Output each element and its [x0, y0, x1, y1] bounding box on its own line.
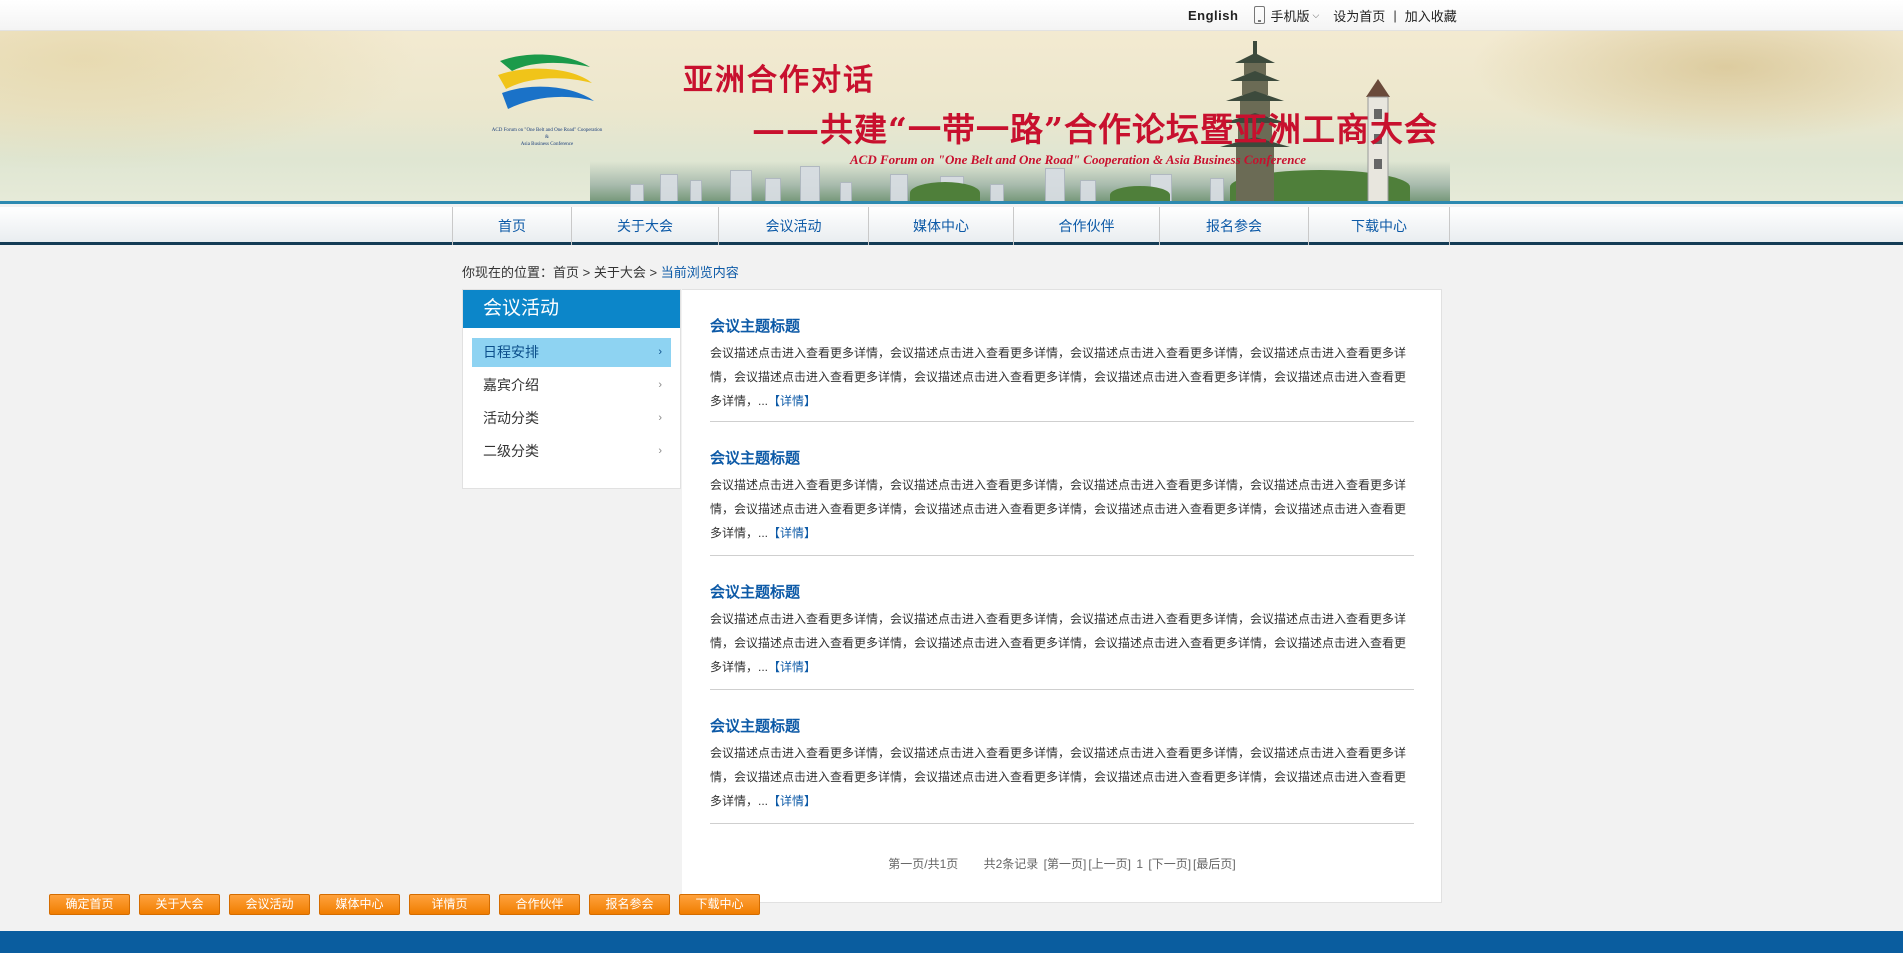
breadcrumb-home[interactable]: 首页: [553, 265, 579, 280]
logo-caption: ACD Forum on "One Belt and One Road" Coo…: [491, 128, 603, 147]
banner-title-line2: ——共建“一带一路”合作论坛暨亚洲工商大会: [752, 110, 1438, 149]
total-records: 共2条记录: [983, 857, 1039, 871]
sidebar-item-label: 活动分类: [483, 410, 539, 426]
mobile-version-label: 手机版: [1270, 8, 1310, 24]
header-banner: ACD Forum on "One Belt and One Road" Coo…: [0, 31, 1903, 204]
chevron-down-icon: ⌵: [1312, 9, 1320, 20]
nav-item-media[interactable]: 媒体中心: [869, 207, 1014, 245]
sidebar-menu: 日程安排 › 嘉宾介绍 › 活动分类 › 二级分类 ›: [463, 328, 680, 480]
chevron-right-icon: ›: [658, 346, 662, 358]
list-item: 会议主题标题 会议描述点击进入查看更多详情，会议描述点击进入查看更多详情，会议描…: [710, 448, 1414, 556]
set-homepage-link[interactable]: 设为首页: [1333, 6, 1385, 25]
article-title[interactable]: 会议主题标题: [710, 582, 1414, 604]
banner-title-line1: 亚洲合作对话: [683, 63, 875, 98]
sidebar-item-label: 日程安排: [483, 344, 539, 360]
nav-item-about[interactable]: 关于大会: [572, 207, 719, 245]
sidebar-item-label: 嘉宾介绍: [483, 377, 539, 393]
article-description: 会议描述点击进入查看更多详情，会议描述点击进入查看更多详情，会议描述点击进入查看…: [710, 346, 1407, 408]
main-navigation: 首页 关于大会 会议活动 媒体中心 合作伙伴 报名参会 下载中心: [0, 207, 1903, 245]
article-description: 会议描述点击进入查看更多详情，会议描述点击进入查看更多详情，会议描述点击进入查看…: [710, 746, 1407, 808]
quick-link-buttons: 确定首页 关于大会 会议活动 媒体中心 详情页 合作伙伴 报名参会 下载中心: [49, 894, 769, 915]
nav-item-activities[interactable]: 会议活动: [719, 207, 869, 245]
footer-bar: [0, 931, 1903, 953]
top-links: English 手机版 ⌵ 设为首页 | 加入收藏: [1188, 6, 1457, 24]
sidebar-item-categories[interactable]: 活动分类 ›: [472, 404, 671, 433]
list-item: 会议主题标题 会议描述点击进入查看更多详情，会议描述点击进入查看更多详情，会议描…: [710, 716, 1414, 824]
add-favorites-link[interactable]: 加入收藏: [1405, 6, 1457, 25]
breadcrumb-prefix: 你现在的位置：: [462, 265, 554, 280]
activities-button[interactable]: 会议活动: [229, 894, 310, 915]
english-link[interactable]: English: [1188, 8, 1238, 23]
mobile-phone-icon: [1254, 6, 1266, 24]
acd-logo-icon: [498, 54, 594, 109]
chevron-right-icon: ›: [658, 445, 662, 457]
last-page-link[interactable]: [最后页]: [1193, 857, 1236, 871]
top-utility-bar: English 手机版 ⌵ 设为首页 | 加入收藏: [0, 0, 1903, 31]
breadcrumb-parent[interactable]: 关于大会: [594, 265, 646, 280]
nav-item-register[interactable]: 报名参会: [1160, 207, 1309, 245]
article-title[interactable]: 会议主题标题: [710, 448, 1414, 470]
nav-item-home[interactable]: 首页: [453, 207, 572, 245]
sidebar-item-guests[interactable]: 嘉宾介绍 ›: [472, 371, 671, 400]
nav-item-partners[interactable]: 合作伙伴: [1014, 207, 1160, 245]
breadcrumb-current: 当前浏览内容: [660, 265, 739, 280]
prev-page-link[interactable]: [上一页]: [1088, 857, 1131, 871]
list-item: 会议主题标题 会议描述点击进入查看更多详情，会议描述点击进入查看更多详情，会议描…: [710, 582, 1414, 690]
chevron-right-icon: ›: [658, 379, 662, 391]
article-list: 会议主题标题 会议描述点击进入查看更多详情，会议描述点击进入查看更多详情，会议描…: [682, 289, 1442, 903]
banner-title-english: ACD Forum on "One Belt and One Road" Coo…: [850, 152, 1307, 167]
register-button[interactable]: 报名参会: [589, 894, 670, 915]
sidebar-item-subcategories[interactable]: 二级分类 ›: [472, 437, 671, 466]
current-page: 1: [1136, 857, 1144, 871]
banner-cloud-decoration: [1450, 31, 1903, 151]
article-description: 会议描述点击进入查看更多详情，会议描述点击进入查看更多详情，会议描述点击进入查看…: [710, 612, 1407, 674]
breadcrumb: 你现在的位置：首页 > 关于大会 > 当前浏览内容: [462, 265, 739, 280]
chevron-right-icon: ›: [658, 412, 662, 424]
downloads-button[interactable]: 下载中心: [679, 894, 760, 915]
details-link[interactable]: 【详情】: [768, 526, 816, 540]
first-page-link[interactable]: [第一页]: [1044, 857, 1087, 871]
list-item: 会议主题标题 会议描述点击进入查看更多详情，会议描述点击进入查看更多详情，会议描…: [710, 316, 1414, 422]
page-info: 第一页/共1页: [888, 857, 959, 871]
sidebar-item-label: 二级分类: [483, 443, 539, 459]
mobile-version-dropdown[interactable]: 手机版 ⌵: [1254, 6, 1319, 25]
banner-cloud-decoration: [0, 31, 420, 171]
article-title[interactable]: 会议主题标题: [710, 316, 1414, 338]
details-link[interactable]: 【详情】: [768, 660, 816, 674]
next-page-link[interactable]: [下一页]: [1148, 857, 1191, 871]
nav-menu: 首页 关于大会 会议活动 媒体中心 合作伙伴 报名参会 下载中心: [452, 207, 1450, 245]
pagination: 第一页/共1页 共2条记录 [第一页] [上一页] 1 [下一页] [最后页]: [682, 855, 1442, 872]
article-description: 会议描述点击进入查看更多详情，会议描述点击进入查看更多详情，会议描述点击进入查看…: [710, 478, 1407, 540]
confirm-home-button[interactable]: 确定首页: [49, 894, 130, 915]
media-button[interactable]: 媒体中心: [319, 894, 400, 915]
partners-button[interactable]: 合作伙伴: [499, 894, 580, 915]
nav-item-downloads[interactable]: 下载中心: [1309, 207, 1450, 245]
details-page-button[interactable]: 详情页: [409, 894, 490, 915]
sidebar-title: 会议活动: [463, 290, 680, 328]
sidebar: 会议活动 日程安排 › 嘉宾介绍 › 活动分类 › 二级分类 ›: [462, 289, 681, 489]
details-link[interactable]: 【详情】: [768, 794, 816, 808]
about-button[interactable]: 关于大会: [139, 894, 220, 915]
link-separator: |: [1393, 7, 1397, 23]
sidebar-item-schedule[interactable]: 日程安排 ›: [472, 338, 671, 367]
details-link[interactable]: 【详情】: [768, 394, 816, 408]
article-title[interactable]: 会议主题标题: [710, 716, 1414, 738]
